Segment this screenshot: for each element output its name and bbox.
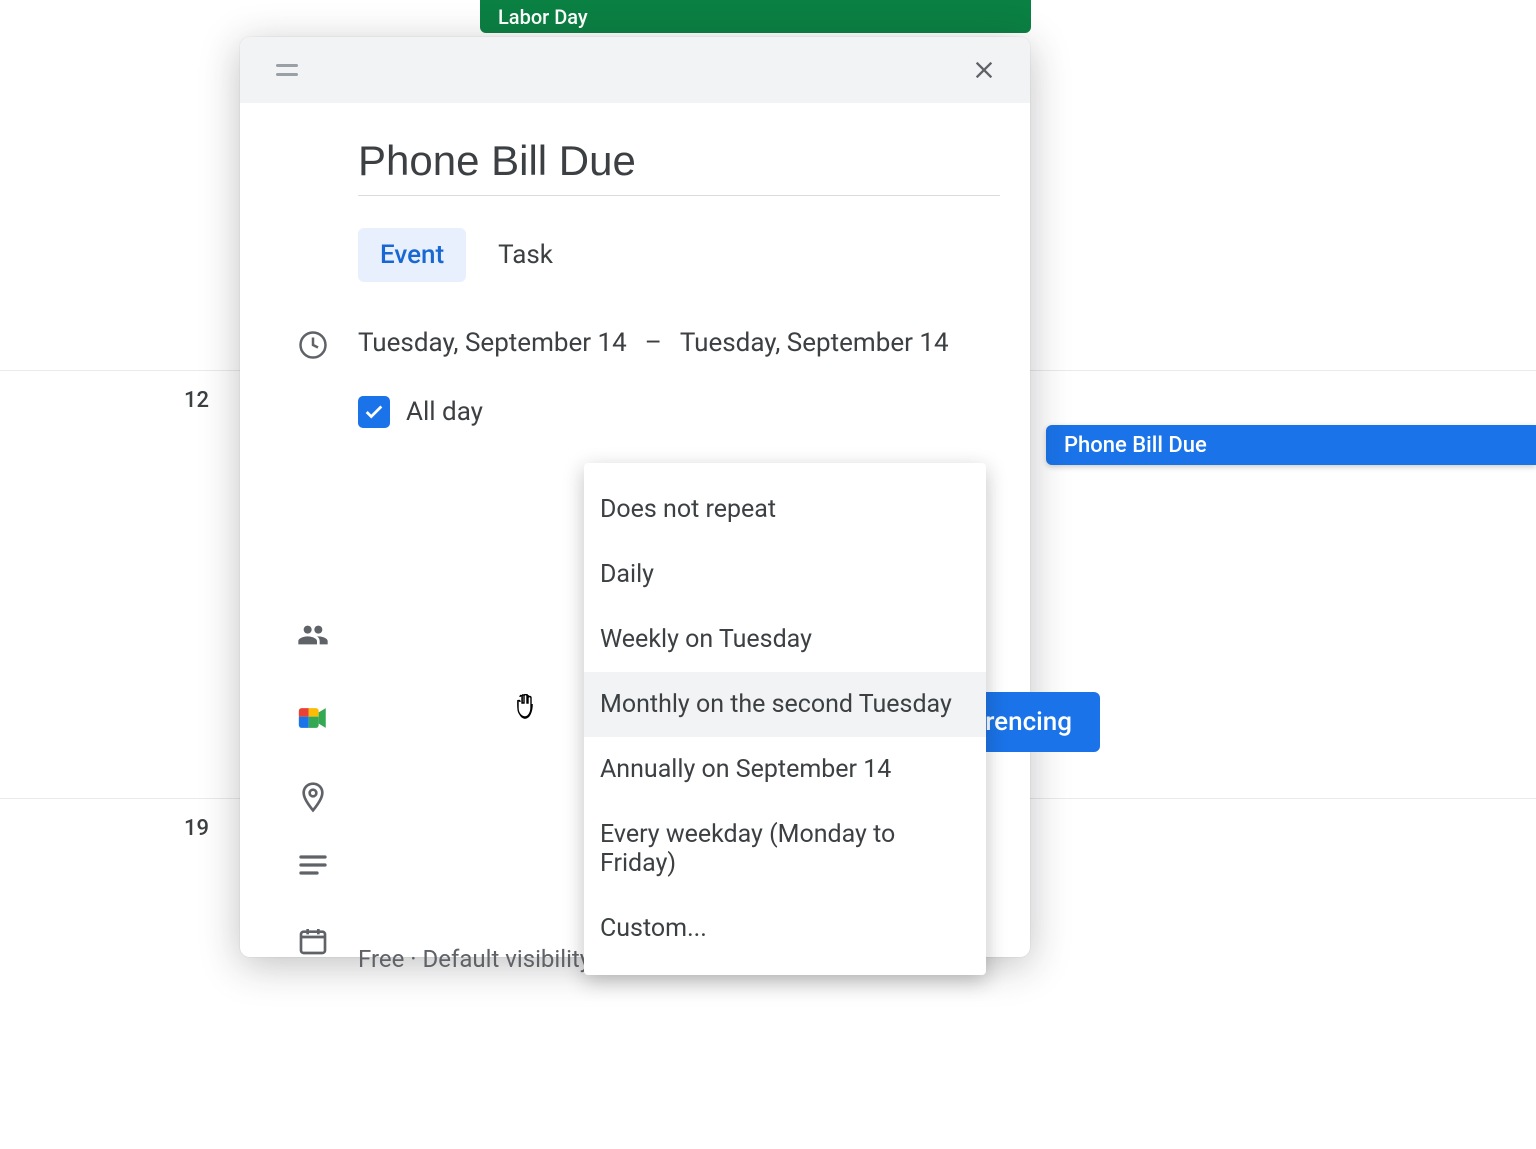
close-button[interactable] [964,50,1004,90]
tab-event[interactable]: Event [358,228,466,282]
calendar-icon [268,925,358,957]
close-icon [970,56,998,84]
checkmark-icon [363,401,385,423]
drag-handle-icon[interactable] [276,64,298,76]
day-number[interactable]: 19 [184,816,209,841]
calendar-event-label: Phone Bill Due [1064,433,1207,458]
start-date[interactable]: Tuesday, September 14 [358,328,627,358]
holiday-event-label: Labor Day [498,5,588,29]
event-quick-create-modal: Event Task Tuesday, September 14 – Tuesd… [240,37,1030,957]
repeat-option-weekdays[interactable]: Every weekday (Monday to Friday) [584,802,986,896]
location-pin-icon [268,781,358,813]
end-date[interactable]: Tuesday, September 14 [680,328,949,358]
repeat-option-daily[interactable]: Daily [584,542,986,607]
repeat-option-monthly[interactable]: Monthly on the second Tuesday [584,672,986,737]
modal-header [240,37,1030,103]
tab-task[interactable]: Task [476,228,575,282]
description-icon [268,849,358,881]
repeat-option-weekly[interactable]: Weekly on Tuesday [584,607,986,672]
all-day-label: All day [406,397,483,427]
repeat-option-custom[interactable]: Custom... [584,896,986,961]
event-title-input[interactable] [358,113,1000,196]
clock-icon [268,328,358,360]
event-type-tabs: Event Task [358,228,1002,282]
repeat-option-does-not-repeat[interactable]: Does not repeat [584,477,986,542]
all-day-checkbox[interactable] [358,396,390,428]
repeat-option-annually[interactable]: Annually on September 14 [584,737,986,802]
guests-icon [268,619,358,651]
holiday-event-labor-day[interactable]: Labor Day [480,0,1031,33]
meet-icon [268,701,358,735]
recurrence-dropdown-menu: Does not repeat Daily Weekly on Tuesday … [584,463,986,975]
day-number[interactable]: 12 [184,388,209,413]
conferencing-button-visible-text: rencing [985,707,1072,737]
date-separator: – [645,328,662,358]
calendar-event-phone-bill[interactable]: Phone Bill Due [1046,425,1536,465]
